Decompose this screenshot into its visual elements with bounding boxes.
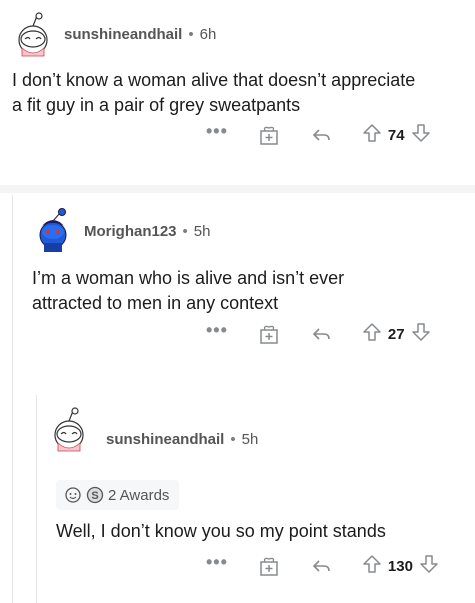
comment-meta: sunshineandhail • 5h — [106, 431, 258, 448]
comment-age: 5h — [193, 223, 211, 240]
meta-separator: • — [188, 26, 194, 43]
comment-actions: ••• 130 — [206, 552, 439, 579]
upvote-arrow-icon — [363, 322, 381, 341]
gift-icon — [260, 325, 278, 344]
meta-separator: • — [230, 431, 236, 448]
comment-actions: ••• 27 — [206, 320, 431, 347]
comment-body-line: I’m a woman who is alive and isn’t ever — [32, 268, 345, 288]
comment-meta: sunshineandhail • 6h — [64, 26, 216, 43]
snoo-blue-avatar-icon — [39, 208, 67, 252]
reply-arrow-icon — [312, 129, 330, 141]
wholesome-award-icon — [65, 487, 81, 503]
upvote-button[interactable] — [362, 322, 382, 347]
author-name[interactable]: sunshineandhail — [106, 431, 224, 448]
svg-text:S: S — [91, 490, 98, 502]
comment-body-line: attracted to men in any context — [32, 293, 279, 313]
comment-body-line: Well, I don’t know you so my point stand… — [56, 521, 386, 541]
avatar[interactable] — [10, 12, 56, 58]
thread-divider — [0, 185, 475, 193]
vote-count: 27 — [387, 325, 405, 343]
comment-actions: ••• 74 — [206, 121, 431, 148]
comment-age: 5h — [241, 431, 259, 448]
comment-body-line: a fit guy in a pair of grey sweatpants — [12, 95, 301, 115]
award-button[interactable] — [258, 124, 280, 146]
reply-button[interactable] — [310, 323, 332, 345]
downvote-arrow-icon — [411, 322, 430, 341]
gift-icon — [260, 557, 278, 576]
comment-1: sunshineandhail • 6h I don’t know a woma… — [0, 0, 475, 185]
reply-button[interactable] — [310, 555, 332, 577]
upvote-arrow-icon — [363, 123, 381, 142]
comment-2: Morighan123 • 5h I’m a woman who is aliv… — [12, 195, 475, 390]
snoo-avatar-icon — [54, 407, 84, 452]
downvote-arrow-icon — [420, 554, 438, 573]
comment-3: sunshineandhail • 5h S 2 Awards Well, I … — [36, 395, 475, 603]
comment-body: I don’t know a woman alive that doesn’t … — [12, 68, 475, 118]
comment-body: I’m a woman who is alive and isn’t ever … — [32, 266, 472, 316]
vote-count: 74 — [387, 126, 405, 144]
thread-line[interactable] — [12, 195, 13, 603]
author-name[interactable]: sunshineandhail — [64, 26, 182, 43]
vote-controls: 74 — [362, 123, 431, 148]
avatar[interactable] — [46, 407, 92, 453]
downvote-arrow-icon — [411, 123, 430, 142]
award-button[interactable] — [258, 323, 280, 345]
author-name[interactable]: Morighan123 — [84, 223, 177, 240]
upvote-arrow-icon — [363, 554, 381, 573]
silver-award-icon: S — [86, 486, 104, 504]
reply-button[interactable] — [310, 124, 332, 146]
comment-body-line: I don’t know a woman alive that doesn’t … — [12, 70, 416, 90]
award-button[interactable] — [258, 555, 280, 577]
awards-count-label: 2 Awards — [108, 486, 170, 504]
comment-age: 6h — [199, 26, 217, 43]
gift-icon — [260, 126, 278, 145]
comment-meta: Morighan123 • 5h — [84, 223, 210, 240]
upvote-button[interactable] — [362, 554, 382, 579]
meta-separator: • — [182, 223, 188, 240]
awards-badge[interactable]: S 2 Awards — [56, 480, 180, 510]
downvote-button[interactable] — [419, 554, 439, 579]
thread-line[interactable] — [36, 395, 37, 603]
reply-arrow-icon — [312, 328, 330, 340]
vote-count: 130 — [387, 557, 413, 575]
more-options-button[interactable]: ••• — [206, 121, 228, 142]
vote-controls: 27 — [362, 322, 431, 347]
reply-arrow-icon — [312, 560, 330, 572]
downvote-button[interactable] — [411, 123, 431, 148]
avatar[interactable] — [30, 207, 76, 253]
vote-controls: 130 — [362, 554, 439, 579]
comment-body: Well, I don’t know you so my point stand… — [56, 519, 471, 544]
downvote-button[interactable] — [411, 322, 431, 347]
upvote-button[interactable] — [362, 123, 382, 148]
more-options-button[interactable]: ••• — [206, 320, 228, 341]
snoo-avatar-icon — [18, 12, 48, 57]
more-options-button[interactable]: ••• — [206, 552, 228, 573]
